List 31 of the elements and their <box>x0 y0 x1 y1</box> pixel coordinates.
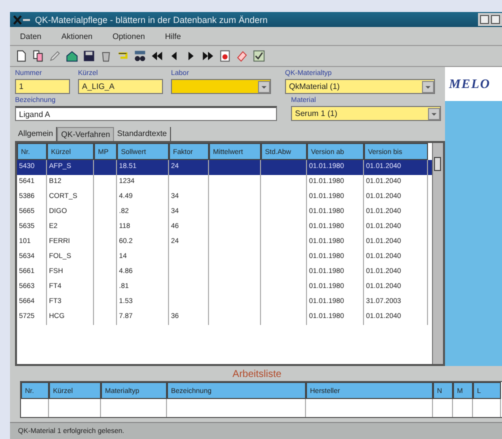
maximize-button[interactable] <box>491 15 500 24</box>
first-record-icon[interactable] <box>151 50 163 62</box>
house-icon[interactable] <box>66 50 78 62</box>
menu-item[interactable]: Hilfe <box>164 32 181 40</box>
menu-item[interactable]: Aktionen <box>61 32 92 40</box>
report-icon[interactable] <box>219 50 231 62</box>
eraser-icon[interactable] <box>236 50 248 62</box>
minimize-button[interactable] <box>480 15 489 24</box>
last-record-icon[interactable] <box>202 50 214 62</box>
x-logo-icon <box>13 14 31 24</box>
pencil-icon[interactable] <box>49 50 61 62</box>
scroll-thumb[interactable] <box>434 157 441 171</box>
copy-icon[interactable] <box>32 50 44 62</box>
vertical-scrollbar[interactable] <box>432 143 443 364</box>
trash-icon[interactable] <box>100 50 112 62</box>
dropdown-field[interactable]: QkMaterial (1) <box>285 79 435 94</box>
tab[interactable]: QK-Verfahren <box>57 127 114 141</box>
save-icon[interactable] <box>83 50 95 62</box>
new-document-icon[interactable] <box>15 50 27 62</box>
menu-item[interactable]: Optionen <box>112 32 145 40</box>
dropdown-field[interactable] <box>171 79 271 94</box>
binoculars-icon[interactable] <box>134 50 146 62</box>
logo: MELO <box>445 67 502 101</box>
window-title: QK-Materialpflege - blättern in der Datenbank zum Ändern <box>35 14 269 24</box>
checklist-icon[interactable] <box>253 50 265 62</box>
text-field[interactable]: Ligand A <box>15 106 277 121</box>
text-field[interactable]: A_LIG_A <box>78 79 163 94</box>
menu-item[interactable]: Daten <box>20 32 42 40</box>
section-title: Arbeitsliste <box>232 368 282 381</box>
dropdown-field[interactable]: Serum 1 (1) <box>291 106 441 121</box>
text-field[interactable]: 1 <box>15 79 70 94</box>
